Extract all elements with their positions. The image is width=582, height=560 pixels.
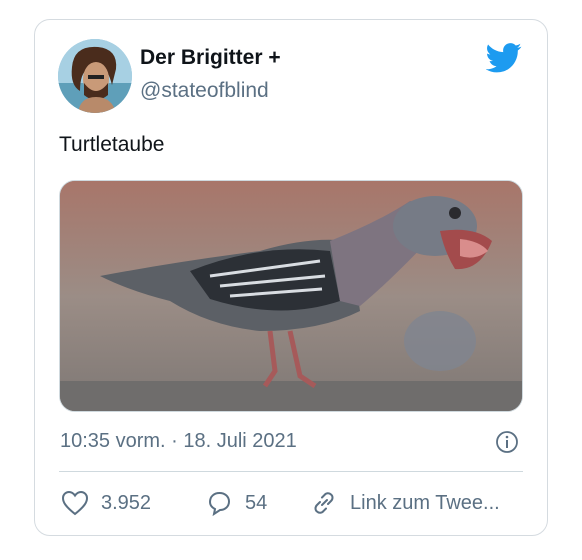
twitter-bird-icon[interactable] [486,43,522,73]
like-button[interactable]: 3.952 [61,488,151,518]
avatar[interactable] [58,39,132,113]
like-count: 3.952 [101,491,152,514]
copy-link-label: Link zum Twee... [350,491,500,514]
user-handle[interactable]: @stateofblind [140,79,269,103]
link-icon [314,492,334,514]
reply-bubble-icon [208,491,231,517]
tweet-image[interactable] [59,180,523,412]
tweet-timestamp[interactable]: 10:35 vorm. · 18. Juli 2021 [60,430,297,453]
heart-icon [61,490,89,516]
display-name[interactable]: Der Brigitter + [140,46,281,70]
divider [59,471,523,472]
copy-link-button[interactable]: Link zum Twee... [310,488,500,518]
reply-button[interactable]: 54 [205,488,267,518]
reply-count: 54 [245,491,268,514]
info-icon[interactable] [495,430,519,454]
tweet-text: Turtletaube [59,133,165,156]
